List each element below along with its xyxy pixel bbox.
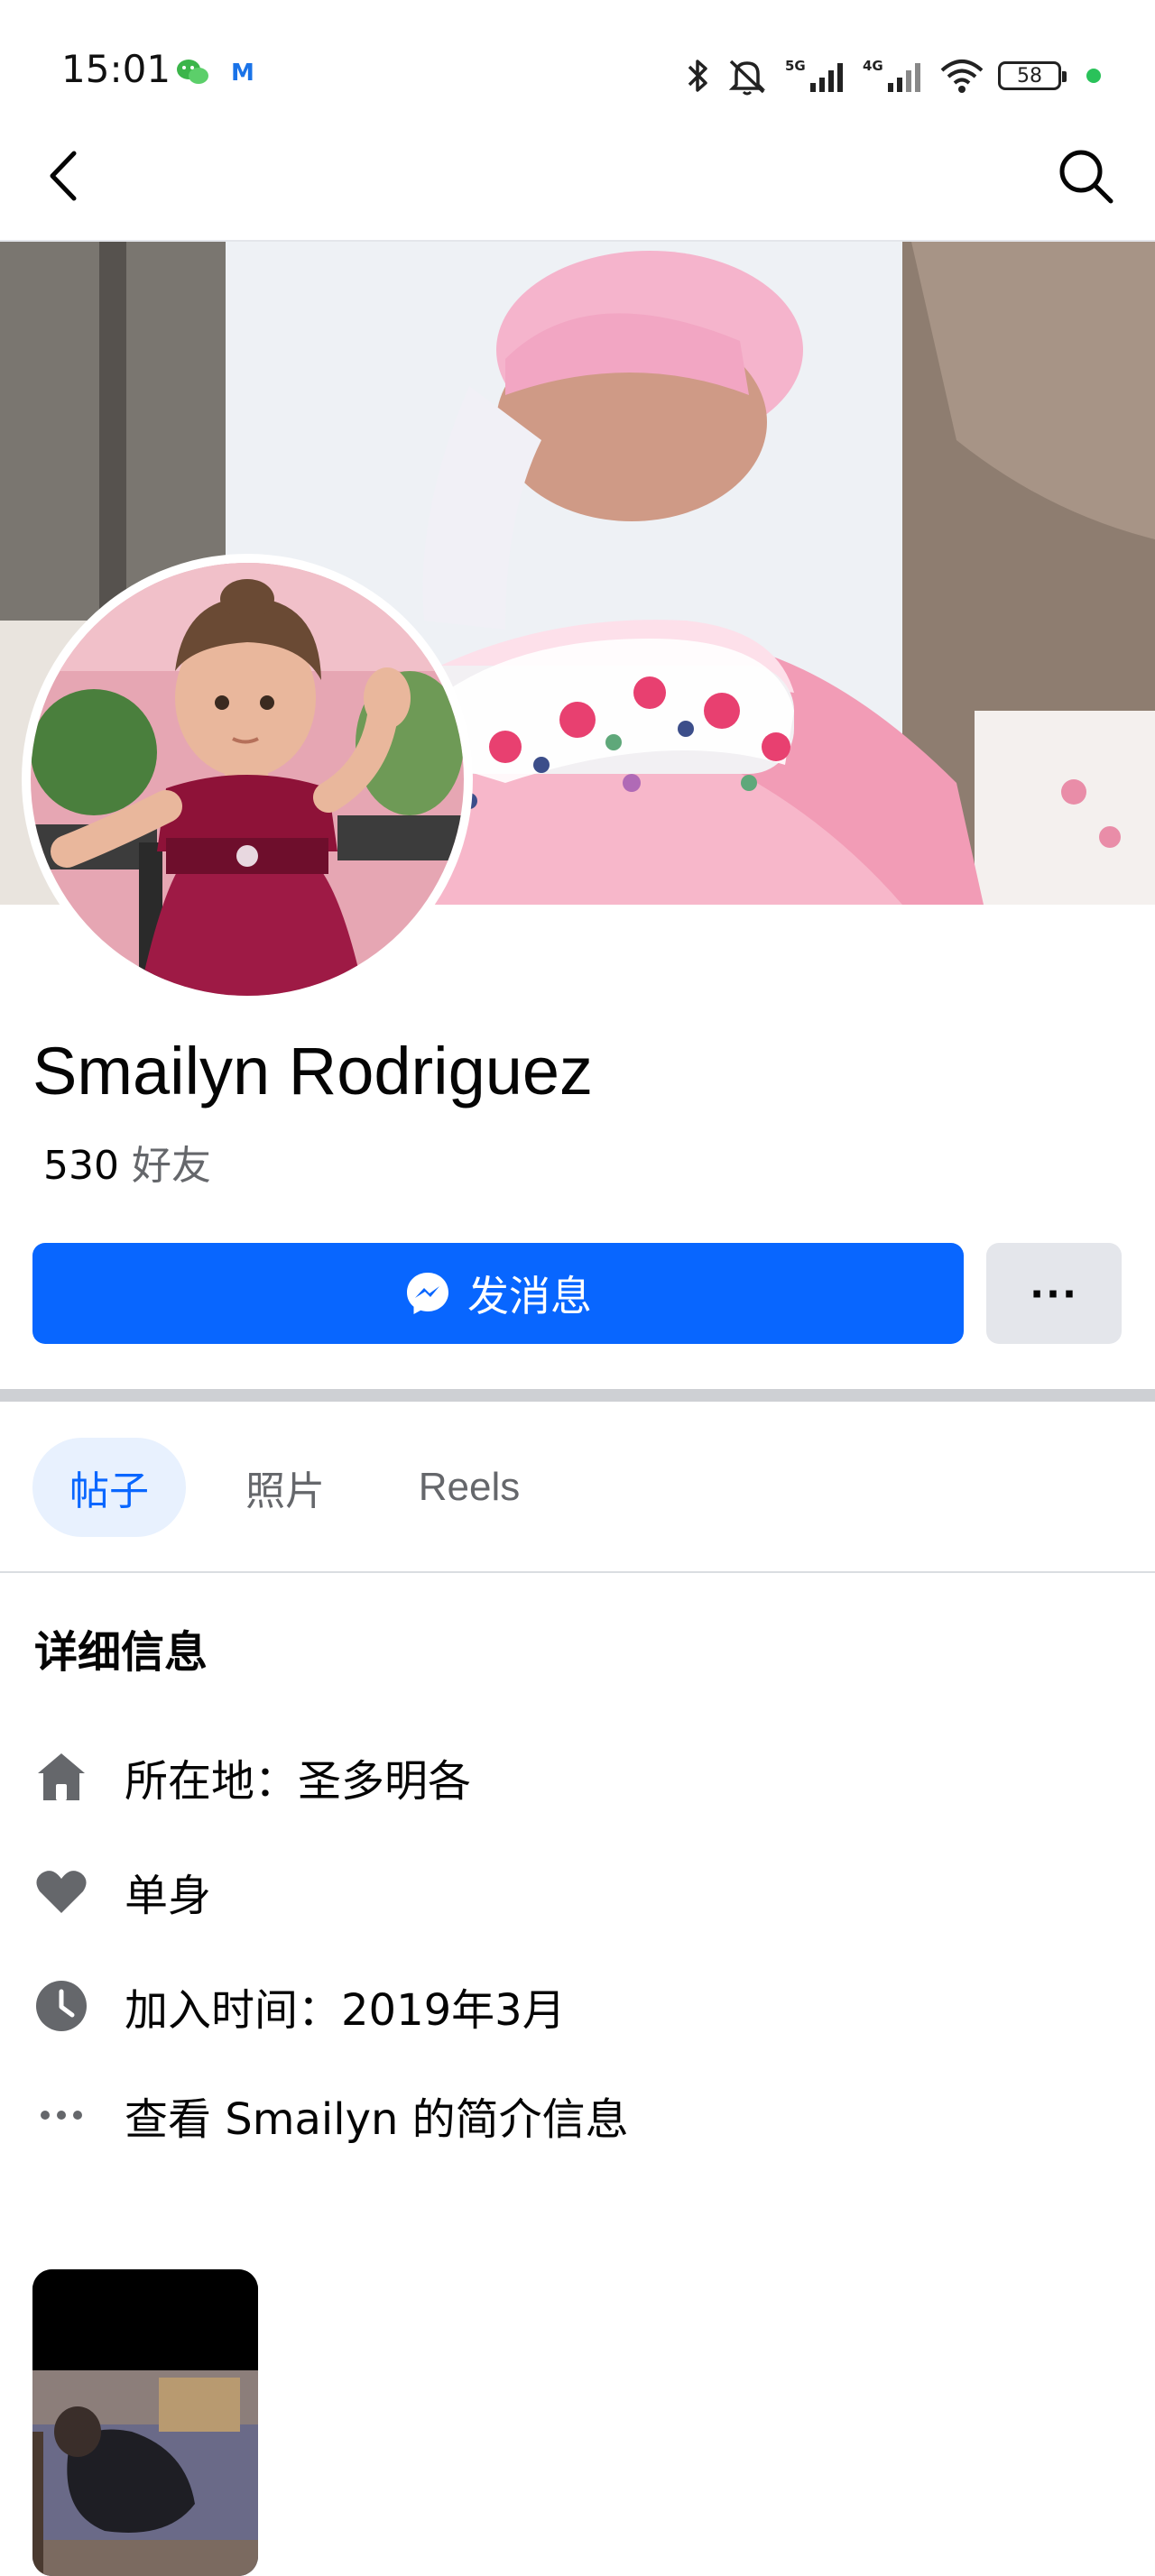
svg-text:4G: 4G xyxy=(863,58,883,74)
mute-bell-icon xyxy=(728,60,766,96)
clock-icon xyxy=(32,1977,90,2035)
bluetooth-icon xyxy=(688,60,707,92)
section-divider xyxy=(0,1389,1155,1402)
send-message-button[interactable]: 发消息 xyxy=(32,1243,964,1344)
signal-4g-icon: 4G xyxy=(863,58,920,92)
more-dots-icon: ··· xyxy=(1030,1271,1078,1316)
detail-joined: 加入时间：2019年3月 xyxy=(32,1970,566,2042)
back-button[interactable] xyxy=(40,146,94,206)
tabs-divider xyxy=(0,1571,1155,1573)
friends-count: 530 xyxy=(43,1143,119,1189)
more-options-button[interactable]: ··· xyxy=(986,1243,1122,1344)
send-message-label: 发消息 xyxy=(467,1272,592,1320)
profile-name: Smailyn Rodriguez xyxy=(32,1034,594,1109)
see-about-info-link[interactable]: 查看 Smailyn 的简介信息 xyxy=(32,2079,629,2151)
details-title: 详细信息 xyxy=(34,1627,208,1678)
detail-relationship-text: 单身 xyxy=(125,1871,212,1921)
svg-text:5G: 5G xyxy=(785,58,806,74)
tab-reels[interactable]: Reels xyxy=(397,1438,541,1537)
privacy-dot xyxy=(1086,69,1101,83)
avatar-image xyxy=(31,563,464,996)
chevron-left-icon xyxy=(50,151,77,201)
wifi-icon xyxy=(940,60,984,93)
tab-photos[interactable]: 照片 xyxy=(222,1438,348,1537)
more-dots-icon xyxy=(32,2086,90,2144)
reel-thumbnail-image xyxy=(32,2269,258,2576)
signal-5g-icon: 5G xyxy=(785,58,843,92)
tab-posts[interactable]: 帖子 xyxy=(32,1438,186,1537)
wechat-icon xyxy=(177,60,208,84)
top-nav xyxy=(0,117,1155,242)
mail-icon: M xyxy=(231,60,254,87)
friends-count-line[interactable]: 530 好友 xyxy=(43,1133,211,1191)
detail-joined-text: 加入时间：2019年3月 xyxy=(125,1985,566,2036)
status-bar: 15:01 M 5G 4G 58 xyxy=(0,0,1155,117)
heart-icon xyxy=(32,1863,90,1920)
reel-thumbnail[interactable] xyxy=(32,2269,258,2576)
detail-relationship: 单身 xyxy=(32,1855,211,1927)
see-about-info-text: 查看 Smailyn 的简介信息 xyxy=(125,2094,629,2145)
status-icons: 5G 4G 58 xyxy=(684,51,1101,101)
friends-label: 好友 xyxy=(131,1143,211,1189)
avatar[interactable] xyxy=(31,563,464,996)
battery-level: 58 xyxy=(1017,64,1042,87)
status-time: 15:01 xyxy=(61,47,171,91)
search-button[interactable] xyxy=(1056,146,1115,206)
battery-indicator: 58 xyxy=(998,61,1067,90)
detail-location-text: 所在地：圣多明各 xyxy=(125,1756,472,1807)
detail-location: 所在地：圣多明各 xyxy=(32,1741,471,1813)
messenger-icon xyxy=(407,1273,448,1314)
home-icon xyxy=(32,1748,90,1806)
search-icon xyxy=(1059,150,1113,204)
